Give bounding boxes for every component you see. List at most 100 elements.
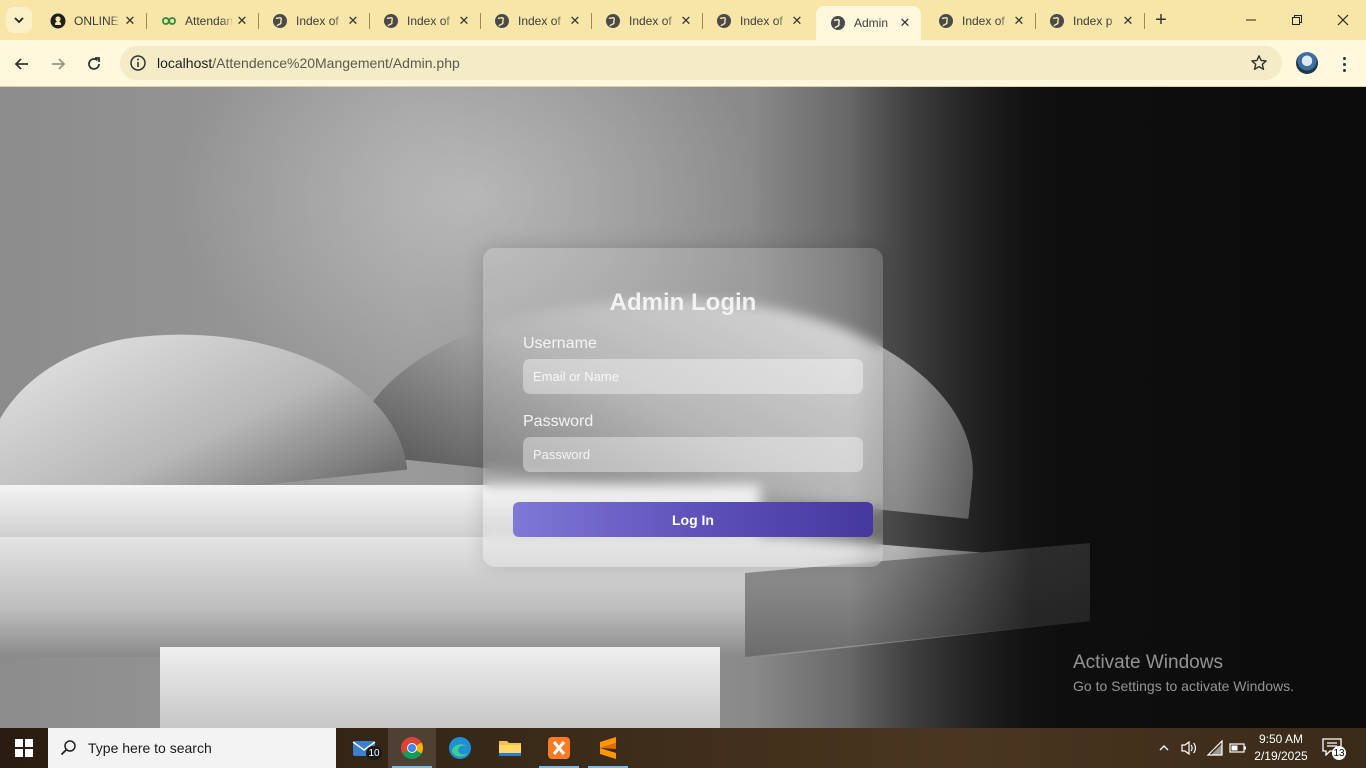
tab-online[interactable]: ONLINE ✕ [36, 6, 147, 36]
login-button[interactable]: Log In [513, 502, 873, 537]
tab-search-button[interactable] [6, 7, 32, 33]
back-button[interactable] [8, 50, 36, 78]
tab-strip: ONLINE ✕ Attendance ✕ Index of ✕ Index o… [0, 0, 1366, 40]
network-button[interactable] [1204, 728, 1226, 768]
edge-icon [449, 737, 471, 759]
restore-icon [1292, 15, 1302, 25]
tab-index-2[interactable]: Index of ✕ [369, 6, 481, 36]
close-icon[interactable]: ✕ [345, 13, 361, 29]
tab-label: Index of [296, 14, 339, 28]
folder-icon [499, 741, 521, 756]
taskbar-edge[interactable] [436, 728, 484, 768]
globe-icon [938, 13, 954, 29]
taskbar-clock[interactable]: 9:50 AM 2/19/2025 [1252, 731, 1310, 765]
taskbar-xampp[interactable] [535, 728, 583, 768]
info-icon[interactable] [129, 54, 147, 72]
address-bar[interactable]: localhost/Attendence%20Mangement/Admin.p… [120, 46, 1282, 80]
username-input[interactable] [523, 359, 863, 394]
browser-toolbar: localhost/Attendence%20Mangement/Admin.p… [0, 40, 1366, 87]
tab-label: Index p [1073, 14, 1113, 28]
background-shade [850, 87, 1366, 728]
menu-button[interactable] [1334, 52, 1354, 76]
search-icon [60, 740, 76, 756]
close-icon[interactable]: ✕ [122, 13, 138, 29]
close-icon[interactable]: ✕ [789, 13, 805, 29]
xampp-icon [548, 737, 570, 759]
clock-time: 9:50 AM [1258, 732, 1304, 746]
minimize-button[interactable] [1228, 0, 1274, 40]
globe-icon [494, 13, 510, 29]
kebab-dot [1342, 62, 1346, 66]
watermark-title: Activate Windows [1073, 652, 1223, 673]
new-tab-button[interactable]: + [1150, 9, 1172, 31]
arrow-right-icon [52, 58, 66, 70]
notification-count: 13 [1332, 746, 1346, 760]
tab-index-7[interactable]: Index p ✕ [1035, 6, 1145, 36]
url-host: localhost [157, 55, 213, 71]
tab-admin[interactable]: Admin ✕ [816, 6, 921, 40]
taskbar: Type here to search 10 9:50 AM 2/19/2025… [0, 728, 1366, 768]
taskbar-chrome[interactable] [388, 728, 436, 768]
login-title: Admin Login [609, 289, 757, 316]
tab-index-5[interactable]: Index of ✕ [702, 6, 813, 36]
background-photo-book [0, 310, 408, 514]
globe-icon [830, 15, 846, 31]
taskbar-file-explorer[interactable] [486, 728, 534, 768]
tab-index-4[interactable]: Index of ✕ [591, 6, 703, 36]
globe-icon [605, 13, 621, 29]
mail-badge: 10 [366, 746, 382, 760]
tab-index-3[interactable]: Index of ✕ [480, 6, 592, 36]
tab-index-1[interactable]: Index of ✕ [258, 6, 370, 36]
restore-button[interactable] [1274, 0, 1320, 40]
taskbar-sublime-text[interactable] [584, 728, 632, 768]
watermark-subtitle: Go to Settings to activate Windows. [1073, 678, 1294, 694]
search-placeholder: Type here to search [88, 740, 212, 756]
chrome-icon [401, 737, 423, 759]
close-icon[interactable]: ✕ [234, 13, 250, 29]
taskbar-mail[interactable]: 10 [340, 728, 388, 768]
forward-button[interactable] [44, 50, 72, 78]
close-icon[interactable]: ✕ [1120, 13, 1136, 29]
show-hidden-icons-button[interactable] [1154, 728, 1174, 768]
sublime-icon [600, 737, 616, 759]
taskbar-search-box[interactable]: Type here to search [48, 728, 336, 768]
tab-label: Index of [962, 14, 1005, 28]
volume-button[interactable] [1178, 728, 1200, 768]
close-icon[interactable]: ✕ [456, 13, 472, 29]
kebab-dot [1342, 56, 1346, 60]
speaker-icon [1181, 740, 1196, 756]
password-label: Password [523, 413, 594, 430]
star-icon[interactable] [1250, 54, 1268, 72]
minimize-icon [1246, 19, 1256, 21]
tab-label: Index of [407, 14, 450, 28]
tab-attendance[interactable]: Attendance ✕ [147, 6, 259, 36]
globe-icon [1049, 13, 1065, 29]
close-window-button[interactable] [1320, 0, 1366, 40]
globe-icon [272, 13, 288, 29]
notification-center-button[interactable]: 13 [1322, 738, 1346, 760]
kebab-dot [1342, 68, 1346, 72]
tab-label: Attendance [185, 14, 234, 28]
arrow-left-icon [14, 58, 28, 70]
url-text[interactable]: localhost/Attendence%20Mangement/Admin.p… [157, 55, 460, 71]
infinity-icon [161, 13, 177, 29]
start-button[interactable] [0, 728, 48, 768]
activate-windows-watermark: Activate Windows Go to Settings to activ… [1073, 652, 1294, 694]
login-card: Admin Login Username Password Log In [483, 248, 883, 567]
reload-icon [88, 57, 100, 70]
close-icon[interactable]: ✕ [1011, 13, 1027, 29]
github-icon [50, 13, 66, 29]
url-path: /Attendence%20Mangement/Admin.php [212, 55, 460, 71]
profile-avatar[interactable] [1296, 52, 1318, 74]
password-input[interactable] [523, 437, 863, 472]
close-icon[interactable]: ✕ [678, 13, 694, 29]
tab-index-6[interactable]: Index of ✕ [924, 6, 1036, 36]
reload-button[interactable] [80, 50, 108, 78]
close-icon[interactable]: ✕ [897, 15, 913, 31]
tab-label: Index of [740, 14, 783, 28]
battery-button[interactable] [1228, 728, 1248, 768]
close-icon[interactable]: ✕ [567, 13, 583, 29]
close-icon [1337, 14, 1349, 26]
wifi-icon [1206, 740, 1223, 756]
tab-label: Index of [518, 14, 561, 28]
